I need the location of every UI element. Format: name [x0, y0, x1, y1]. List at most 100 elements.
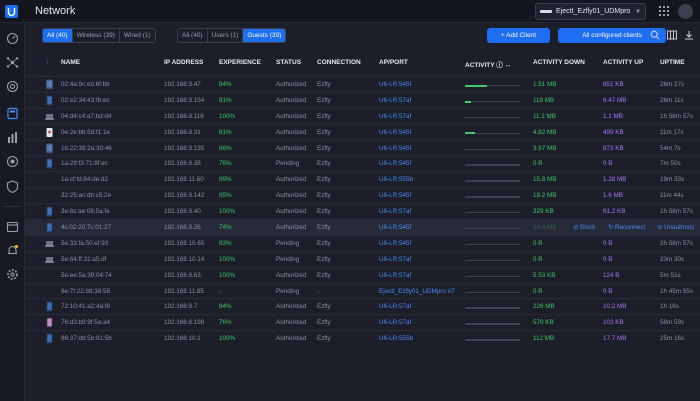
unauthorize-button[interactable]: ⊖ Unauthoriz: [657, 224, 694, 231]
app-launcher-icon[interactable]: [659, 6, 669, 16]
shield-icon[interactable]: [6, 180, 19, 193]
filter-wireless-tab[interactable]: Wireless (39): [73, 29, 120, 42]
filter-all-tab[interactable]: All (40): [43, 29, 73, 42]
search-icon[interactable]: [650, 30, 660, 40]
insights-icon[interactable]: [6, 155, 19, 168]
sort-arrow-icon[interactable]: ↑: [46, 59, 49, 66]
column-status[interactable]: STATUS: [276, 59, 301, 66]
ap-port-link[interactable]: U6-LR:555b: [379, 335, 413, 342]
client-name[interactable]: 76:d3:b8:9f:5a:a4: [61, 319, 110, 326]
table-row[interactable]: 02:4a:9c:eb:6f:bb 192.168.9.47 84% Authoriz…: [25, 76, 700, 92]
client-name[interactable]: 04:d4:c4:a7:bd:d4: [61, 113, 111, 120]
bell-icon[interactable]: [6, 244, 19, 257]
ap-port-link[interactable]: U6-LR:57af: [379, 97, 411, 104]
ap-port-link[interactable]: Ejectt_Ezfly01_UDMpro #7: [379, 288, 455, 295]
table-row[interactable]: 32:25:ac:db:c5:2e 192.168.9.142 85% Authori…: [25, 187, 700, 203]
type-users-tab[interactable]: Users (1): [208, 29, 244, 42]
site-selector[interactable]: Ejectt_Ezfly01_UDMpro ▼: [535, 3, 646, 20]
column-name[interactable]: NAME: [61, 59, 80, 66]
ap-port-link[interactable]: U6-LR:57af: [379, 272, 411, 279]
table-row[interactable]: 1a:cf:fd:84:de:d2 192.168.11.60 89% Authori…: [25, 171, 700, 187]
topology-icon[interactable]: [6, 56, 19, 69]
table-row[interactable]: 5e:64:ff:31:a5:df 192.168.10.14 100% Pendin…: [25, 250, 700, 267]
column-connection[interactable]: CONNECTION: [317, 59, 361, 66]
ap-port-link[interactable]: U6-LR:57af: [379, 303, 411, 310]
ap-port-link[interactable]: U6-LR:545f: [379, 81, 411, 88]
gateway-device-icon: [540, 10, 552, 13]
ap-port-link[interactable]: U6-LR:545f: [379, 240, 411, 247]
table-row[interactable]: 6e:7f:22:88:38:58 192.168.11.85 - Pending - E…: [25, 282, 700, 299]
table-row[interactable]: 5e:33:fa:50:ef:93 192.168.10.65 83% Pending…: [25, 234, 700, 251]
client-name[interactable]: 02:4a:9c:eb:6f:bb: [61, 81, 110, 88]
phone-icon: [45, 158, 54, 169]
client-name[interactable]: 0e:2e:bb:5d:f1:1e: [61, 129, 110, 136]
ip-address: 192.168.9.40: [164, 208, 201, 216]
table-row[interactable]: 04:d4:c4:a7:bd:d4 192.168.8.118 100% Author…: [25, 107, 700, 124]
table-row[interactable]: 5e:ee:5a:39:04:74 192.168.8.63 100% Authori…: [25, 266, 700, 283]
column-ap-port[interactable]: AP/PORT: [379, 59, 408, 66]
table-row[interactable]: 4c:02:20:7c:01:27 192.168.9.26 74% Authoriz…: [25, 219, 700, 235]
ap-port-link[interactable]: U6-LR:57af: [379, 208, 411, 215]
activity-down-value: 5.53 KB: [533, 271, 556, 279]
column-uptime[interactable]: UPTIME: [660, 59, 685, 66]
reconnect-button[interactable]: ↻ Reconnect: [608, 224, 645, 231]
activity-bar: [465, 116, 520, 119]
devices-icon[interactable]: [6, 80, 19, 93]
uptime-value: 7m 50s: [660, 160, 681, 168]
client-name[interactable]: 1a:29:f3:71:8f:ec: [61, 160, 108, 167]
ap-port-link[interactable]: U6-LR:57af: [379, 113, 411, 120]
client-name[interactable]: 3e:8c:ae:08:5a:fe: [61, 208, 110, 215]
ap-port-link[interactable]: U6-LR:545f: [379, 224, 411, 231]
sidebar-divider: [4, 206, 21, 207]
table-row[interactable]: 02:e2:34:43:fb:ec 192.168.9.154 91% Authori…: [25, 91, 700, 108]
client-name[interactable]: 72:10:41:a2:4a:f8: [61, 303, 110, 310]
filter-wired-tab[interactable]: Wired (1): [120, 29, 155, 42]
table-row[interactable]: 86:37:dd:5b:81:5b 192.168.10.1 100% Authori…: [25, 330, 700, 346]
client-name[interactable]: 5e:ee:5a:39:04:74: [61, 272, 112, 279]
client-name[interactable]: 1a:cf:fd:84:de:d2: [61, 176, 108, 183]
type-guests-tab[interactable]: Guests (39): [243, 29, 286, 42]
client-name[interactable]: 32:25:ac:db:c5:2e: [61, 192, 111, 199]
ap-port-link[interactable]: U6-LR:545f: [379, 145, 411, 152]
add-client-button[interactable]: + Add Client: [487, 28, 550, 43]
column-experience[interactable]: EXPERIENCE: [219, 59, 261, 66]
client-name[interactable]: 02:e2:34:43:fb:ec: [61, 97, 110, 104]
calendar-icon[interactable]: [6, 220, 19, 233]
client-name[interactable]: 4c:02:20:7c:01:27: [61, 224, 111, 231]
column-settings-icon[interactable]: [667, 30, 677, 40]
table-row[interactable]: 16:22:38:2a:30:46 192.168.9.135 86% Authori…: [25, 139, 700, 156]
table-row[interactable]: 72:10:41:a2:4a:f8 192.168.9.7 84% Authorize…: [25, 298, 700, 314]
clients-icon[interactable]: [6, 107, 19, 120]
status-value: Authorized: [276, 81, 307, 88]
type-all-tab[interactable]: All (40): [178, 29, 208, 42]
gear-icon[interactable]: [6, 268, 19, 281]
column-activity-down[interactable]: ACTIVITY DOWN: [533, 59, 585, 66]
block-button[interactable]: ⊘ Block: [573, 224, 595, 231]
table-row[interactable]: 0e:2e:bb:5d:f1:1e 192.168.8.31 81% Authoriz…: [25, 123, 700, 140]
ap-port-link[interactable]: U6-LR:545f: [379, 129, 411, 136]
client-name[interactable]: 5e:64:ff:31:a5:df: [61, 256, 106, 263]
ip-address: 192.168.9.26: [164, 224, 201, 232]
ap-port-link[interactable]: U6-LR:57af: [379, 319, 411, 326]
column-activity-up[interactable]: ACTIVITY UP: [603, 59, 643, 66]
activity-bar: [465, 164, 520, 166]
experience-value: 100%: [219, 208, 236, 216]
table-row[interactable]: 3e:8c:ae:08:5a:fe 192.168.9.40 100% Authori…: [25, 203, 700, 219]
client-name[interactable]: 16:22:38:2a:30:46: [61, 145, 112, 152]
client-name[interactable]: 6e:7f:22:88:38:58: [61, 288, 110, 295]
ap-port-link[interactable]: U6-LR:555b: [379, 176, 413, 183]
ap-port-link[interactable]: U6-LR:545f: [379, 192, 411, 199]
column-activity[interactable]: ACTIVITY ⓘ ↔: [465, 59, 511, 69]
client-name[interactable]: 5e:33:fa:50:ef:93: [61, 240, 108, 247]
client-name[interactable]: 86:37:dd:5b:81:5b: [61, 335, 112, 342]
dashboard-icon[interactable]: [6, 32, 19, 45]
export-icon[interactable]: [684, 30, 694, 40]
column-ip[interactable]: IP ADDRESS: [164, 59, 203, 66]
statistics-icon[interactable]: [6, 131, 19, 144]
avatar[interactable]: [678, 4, 693, 19]
ap-port-link[interactable]: U6-LR:57af: [379, 256, 411, 263]
ap-port-link[interactable]: U6-LR:545f: [379, 160, 411, 167]
table-row[interactable]: 76:d3:b8:9f:5a:a4 192.168.8.198 76% Authori…: [25, 314, 700, 330]
table-row[interactable]: 1a:29:f3:71:8f:ec 192.168.8.38 76% Pending E…: [25, 155, 700, 171]
unifi-logo-icon[interactable]: [5, 5, 18, 18]
